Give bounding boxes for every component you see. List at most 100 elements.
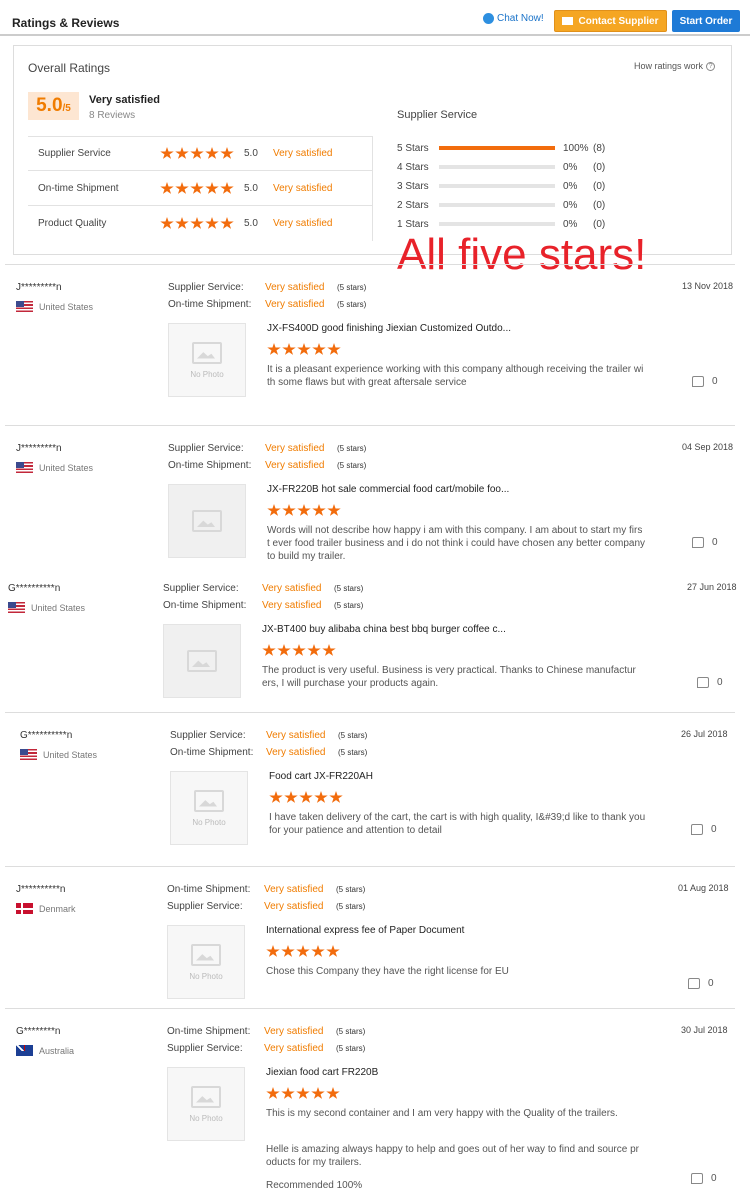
star-icon <box>322 644 336 656</box>
rating-distribution-row: 2 Stars 0% (0) <box>397 198 627 212</box>
like-count: 0 <box>711 1173 717 1184</box>
supplier-service-title: Supplier Service <box>397 109 478 121</box>
rating-criterion-value: Very satisfied <box>265 460 325 471</box>
metric-stars <box>160 217 234 230</box>
rating-distribution-row: 1 Stars 0% (0) <box>397 217 627 231</box>
product-title-link[interactable]: Food cart JX-FR220AH <box>269 771 373 782</box>
star-icon <box>266 945 280 957</box>
image-placeholder-icon <box>191 1085 221 1108</box>
star-icon <box>311 1087 325 1099</box>
star-icon <box>297 343 311 355</box>
like-button[interactable]: 0 <box>691 824 717 835</box>
distribution-percent: 0% <box>563 161 578 173</box>
like-button[interactable]: 0 <box>692 537 718 548</box>
product-thumbnail[interactable]: No Photo <box>167 1067 245 1141</box>
star-icon <box>205 217 219 229</box>
rating-criterion-value: Very satisfied <box>264 1043 324 1054</box>
star-icon <box>175 217 189 229</box>
rating-criterion-label: On-time Shipment: <box>167 1026 251 1037</box>
rating-criterion-value: Very satisfied <box>264 884 324 895</box>
product-thumbnail[interactable]: No Photo <box>170 771 248 845</box>
star-icon <box>267 504 281 516</box>
star-icon <box>205 182 219 194</box>
review-divider <box>5 264 735 265</box>
product-title-link[interactable]: JX-FS400D good finishing Jiexian Customi… <box>267 323 511 334</box>
chat-now-link[interactable]: Chat Now! <box>483 13 544 24</box>
how-ratings-work-label: How ratings work <box>634 61 704 71</box>
rating-distribution-row: 5 Stars 100% (8) <box>397 141 627 155</box>
like-button[interactable]: 0 <box>691 1173 717 1184</box>
distribution-label: 1 Stars <box>397 218 429 230</box>
star-icon <box>299 791 313 803</box>
star-icon <box>327 504 341 516</box>
review-date: 13 Nov 2018 <box>682 281 734 291</box>
star-icon <box>297 504 311 516</box>
star-icon <box>312 504 326 516</box>
review-text: Helle is amazing always happy to help an… <box>266 1144 639 1168</box>
rating-criterion-stars: (5 stars) <box>338 731 368 740</box>
distribution-bar <box>439 203 555 207</box>
star-icon <box>327 343 341 355</box>
star-icon <box>160 147 174 159</box>
reviewer-name: G**********n <box>20 730 73 741</box>
thumbs-up-icon <box>692 376 704 387</box>
review-date: 26 Jul 2018 <box>681 729 728 739</box>
distribution-label: 4 Stars <box>397 161 429 173</box>
product-title-link[interactable]: Jiexian food cart FR220B <box>266 1067 378 1078</box>
how-ratings-work-link[interactable]: How ratings work ? <box>634 61 716 71</box>
metric-value: Very satisfied <box>273 148 333 159</box>
thumbs-up-icon <box>697 677 709 688</box>
product-thumbnail[interactable]: No Photo <box>167 925 245 999</box>
review-stars <box>267 504 341 517</box>
review-text: Words will not describe how happy i am w… <box>267 525 648 562</box>
star-icon <box>281 945 295 957</box>
review-divider <box>5 866 735 867</box>
star-icon <box>312 343 326 355</box>
distribution-count: (0) <box>593 180 606 192</box>
product-title-link[interactable]: JX-FR220B hot sale commercial food cart/… <box>267 484 509 495</box>
country-name: Australia <box>39 1045 75 1056</box>
product-thumbnail[interactable] <box>168 484 246 558</box>
metric-stars <box>160 182 234 195</box>
product-thumbnail[interactable] <box>163 624 241 698</box>
overall-score-value: 5.0 <box>36 95 63 116</box>
star-icon <box>220 147 234 159</box>
contact-supplier-label: Contact Supplier <box>578 15 659 27</box>
metric-label: On-time Shipment <box>38 183 119 194</box>
rating-criterion-stars: (5 stars) <box>337 283 367 292</box>
product-title-link[interactable]: JX-BT400 buy alibaba china best bbq burg… <box>262 624 506 635</box>
reviewer-country: United States <box>16 462 93 473</box>
product-title-link[interactable]: International express fee of Paper Docum… <box>266 925 464 936</box>
star-icon <box>190 147 204 159</box>
overall-ratings-title: Overall Ratings <box>28 61 111 75</box>
star-icon <box>277 644 291 656</box>
contact-supplier-button[interactable]: Contact Supplier <box>554 10 667 32</box>
review-stars <box>266 1087 340 1100</box>
image-placeholder-icon <box>191 943 221 966</box>
star-icon <box>262 644 276 656</box>
page-title: Ratings & Reviews <box>12 16 120 30</box>
product-thumbnail[interactable]: No Photo <box>168 323 246 397</box>
rating-criterion-label: Supplier Service: <box>170 730 246 741</box>
reviewer-name: J*********n <box>16 282 62 293</box>
chat-icon <box>483 13 494 24</box>
like-button[interactable]: 0 <box>692 376 718 387</box>
star-icon <box>266 1087 280 1099</box>
star-icon <box>282 343 296 355</box>
like-button[interactable]: 0 <box>697 677 723 688</box>
distribution-bar <box>439 184 555 188</box>
overall-summary: Very satisfied <box>89 94 160 106</box>
rating-criterion-label: Supplier Service: <box>167 901 243 912</box>
chat-now-label: Chat Now! <box>497 13 544 24</box>
reviewer-name: G********n <box>16 1026 61 1037</box>
like-button[interactable]: 0 <box>688 978 714 989</box>
like-count: 0 <box>708 978 714 989</box>
star-icon <box>175 147 189 159</box>
country-name: United States <box>39 462 94 473</box>
start-order-button[interactable]: Start Order <box>672 10 740 32</box>
rating-distribution-row: 3 Stars 0% (0) <box>397 179 627 193</box>
flag-us-icon <box>8 602 25 613</box>
rating-criterion-stars: (5 stars) <box>336 885 366 894</box>
review-date: 04 Sep 2018 <box>682 442 734 452</box>
rating-criterion-value: Very satisfied <box>265 299 325 310</box>
